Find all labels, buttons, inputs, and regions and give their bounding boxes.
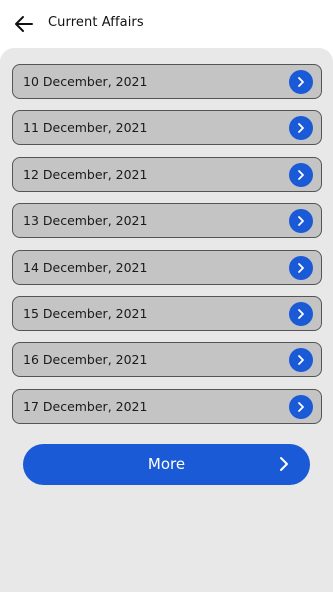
chevron-right-icon[interactable] xyxy=(289,348,313,373)
chevron-right-icon[interactable] xyxy=(289,70,313,94)
chevron-right-icon[interactable] xyxy=(289,162,313,187)
more-button[interactable]: More xyxy=(23,444,310,485)
chevron-right-icon[interactable] xyxy=(289,116,313,141)
chevron-right-icon[interactable] xyxy=(289,394,313,419)
chevron-right-icon xyxy=(280,457,288,471)
chevron-right-icon[interactable] xyxy=(289,255,313,280)
date-list-item[interactable]: 14 December, 2021 xyxy=(12,249,322,285)
date-label: 12 December, 2021 xyxy=(23,166,148,182)
date-list: 10 December, 2021 11 December, 2021 12 D… xyxy=(12,64,322,435)
chevron-right-icon[interactable] xyxy=(289,301,313,326)
date-label: 16 December, 2021 xyxy=(23,352,148,368)
date-list-item[interactable]: 16 December, 2021 xyxy=(12,342,322,378)
page-title: Current Affairs xyxy=(48,15,144,30)
back-button[interactable] xyxy=(13,13,35,35)
date-list-item[interactable]: 11 December, 2021 xyxy=(12,110,322,146)
date-list-item[interactable]: 10 December, 2021 xyxy=(12,64,322,99)
date-label: 13 December, 2021 xyxy=(23,213,148,229)
content-panel: 10 December, 2021 11 December, 2021 12 D… xyxy=(0,48,333,592)
more-button-label: More xyxy=(147,455,186,473)
arrow-left-icon xyxy=(15,16,33,32)
app-header: Current Affairs xyxy=(0,0,333,48)
date-label: 11 December, 2021 xyxy=(23,120,148,136)
chevron-right-icon[interactable] xyxy=(289,209,313,234)
date-list-item[interactable]: 17 December, 2021 xyxy=(12,388,322,424)
date-list-item[interactable]: 13 December, 2021 xyxy=(12,203,322,239)
date-label: 17 December, 2021 xyxy=(23,398,148,414)
date-list-item[interactable]: 12 December, 2021 xyxy=(12,156,322,192)
date-label: 14 December, 2021 xyxy=(23,259,148,275)
date-label: 10 December, 2021 xyxy=(23,74,148,89)
date-label: 15 December, 2021 xyxy=(23,305,148,321)
date-list-item[interactable]: 15 December, 2021 xyxy=(12,295,322,331)
